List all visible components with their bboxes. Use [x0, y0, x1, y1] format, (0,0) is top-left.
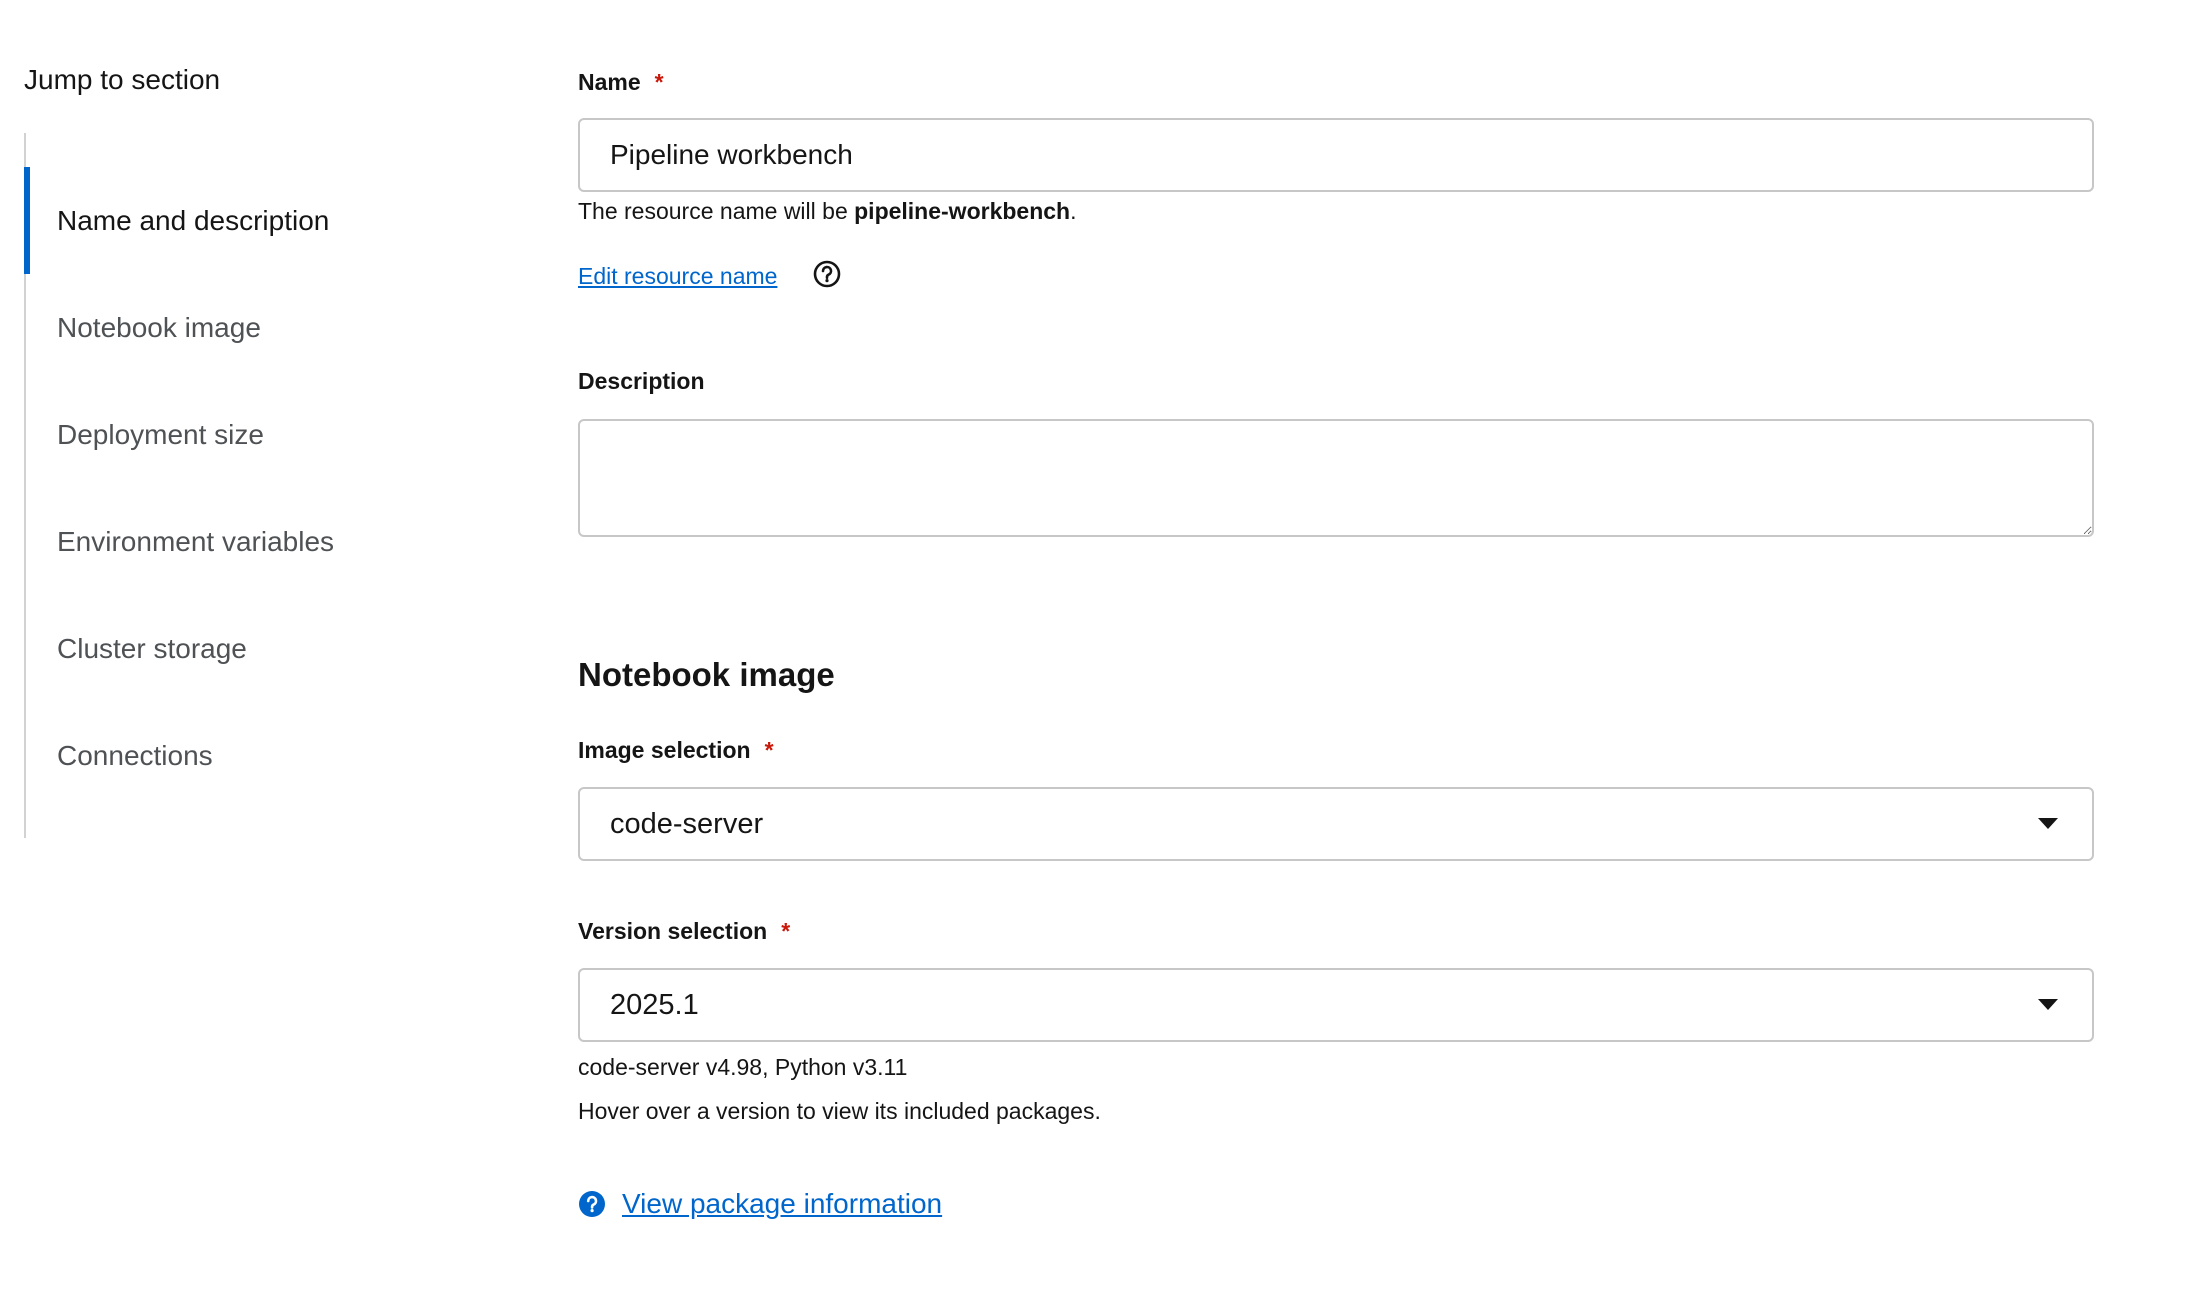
resource-name-value: pipeline-workbench: [854, 198, 1071, 224]
edit-resource-name-link[interactable]: Edit resource name: [578, 261, 777, 291]
jump-link-name-and-description[interactable]: Name and description: [24, 167, 426, 274]
jump-link-connections[interactable]: Connections: [26, 702, 426, 809]
jump-link-label: Environment variables: [57, 525, 335, 557]
jump-to-section-title: Jump to section: [24, 64, 221, 95]
notebook-image-heading: Notebook image: [578, 656, 835, 693]
help-circle-outline-icon[interactable]: [812, 259, 842, 289]
version-hint-text: Hover over a version to view its include…: [578, 1098, 1101, 1124]
name-label: Name *: [578, 67, 664, 97]
description-label: Description: [578, 368, 705, 394]
name-label-text: Name: [578, 69, 641, 95]
jump-link-label: Notebook image: [57, 311, 261, 343]
version-selection-dropdown[interactable]: 2025.1: [578, 968, 2094, 1042]
jump-link-label: Name and description: [57, 204, 330, 236]
image-selection-label-text: Image selection: [578, 737, 751, 763]
caret-down-icon: [2038, 818, 2058, 829]
jump-link-cluster-storage[interactable]: Cluster storage: [26, 595, 426, 702]
resource-name-helper-prefix: The resource name will be: [578, 198, 855, 224]
version-selection-label: Version selection *: [578, 916, 790, 946]
jump-link-environment-variables[interactable]: Environment variables: [26, 488, 426, 595]
description-textarea[interactable]: [578, 419, 2094, 537]
jump-link-notebook-image[interactable]: Notebook image: [26, 274, 426, 381]
version-selection-value: 2025.1: [610, 988, 699, 1021]
caret-down-icon: [2038, 999, 2058, 1010]
view-package-information-link[interactable]: View package information: [622, 1186, 942, 1222]
name-input[interactable]: [578, 118, 2094, 192]
resource-name-helper-suffix: .: [1070, 198, 1077, 224]
version-detail-text: code-server v4.98, Python v3.11: [578, 1054, 908, 1080]
required-marker: *: [654, 69, 664, 95]
help-circle-filled-icon: [578, 1190, 606, 1218]
image-selection-dropdown[interactable]: code-server: [578, 787, 2094, 861]
required-marker: *: [764, 737, 774, 763]
create-workbench-page: Jump to section Name and description Not…: [0, 0, 2190, 1308]
jump-links-nav: Name and description Notebook image Depl…: [24, 133, 446, 838]
image-selection-label: Image selection *: [578, 735, 774, 765]
jump-link-label: Cluster storage: [57, 632, 247, 664]
version-selection-label-text: Version selection: [578, 918, 768, 944]
required-marker: *: [781, 918, 791, 944]
jump-link-deployment-size[interactable]: Deployment size: [26, 381, 426, 488]
image-selection-value: code-server: [610, 807, 764, 840]
jump-link-label: Connections: [57, 739, 213, 771]
jump-link-label: Deployment size: [57, 418, 264, 450]
resource-name-helper: The resource name will be pipeline-workb…: [578, 196, 1077, 226]
